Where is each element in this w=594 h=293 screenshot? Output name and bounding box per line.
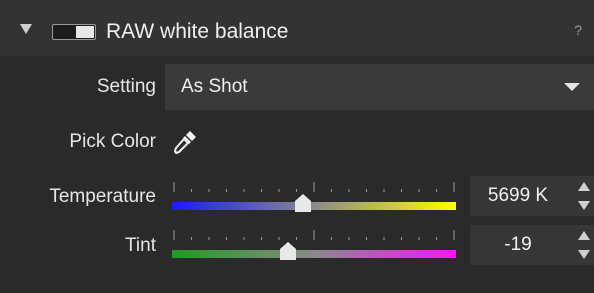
tint-ticks [173, 230, 455, 240]
tint-input[interactable]: -19 [470, 225, 594, 265]
tint-track [172, 250, 456, 258]
collapse-arrow-icon[interactable] [20, 24, 32, 34]
spin-down-icon[interactable] [578, 250, 590, 259]
setting-label: Setting [96, 76, 156, 97]
temperature-spinner[interactable] [578, 182, 590, 210]
tint-slider-thumb[interactable] [280, 242, 297, 260]
help-icon[interactable]: ? [574, 22, 582, 38]
temperature-slider[interactable] [172, 182, 456, 218]
spin-up-icon[interactable] [578, 182, 590, 191]
temperature-label: Temperature [49, 186, 156, 207]
tint-label: Tint [125, 235, 156, 256]
panel-header: RAW white balance ? [0, 0, 594, 56]
temperature-slider-thumb[interactable] [294, 194, 311, 212]
pick-color-label: Pick Color [69, 131, 156, 152]
temperature-value: 5699 K [487, 185, 549, 206]
eyedropper-icon[interactable] [172, 129, 198, 155]
tint-value: -19 [504, 234, 532, 255]
setting-dropdown-value: As Shot [181, 76, 248, 97]
temperature-input[interactable]: 5699 K [470, 176, 594, 216]
spin-down-icon[interactable] [578, 201, 590, 210]
toggle-knob [76, 26, 94, 38]
spin-up-icon[interactable] [578, 231, 590, 240]
chevron-down-icon [564, 83, 580, 91]
temperature-track [172, 202, 456, 210]
tint-spinner[interactable] [578, 231, 590, 259]
panel-title: RAW white balance [106, 20, 289, 43]
temperature-ticks [173, 182, 455, 192]
setting-dropdown[interactable]: As Shot [165, 64, 594, 110]
tint-slider[interactable] [172, 230, 456, 266]
panel-enable-toggle[interactable] [52, 24, 96, 40]
